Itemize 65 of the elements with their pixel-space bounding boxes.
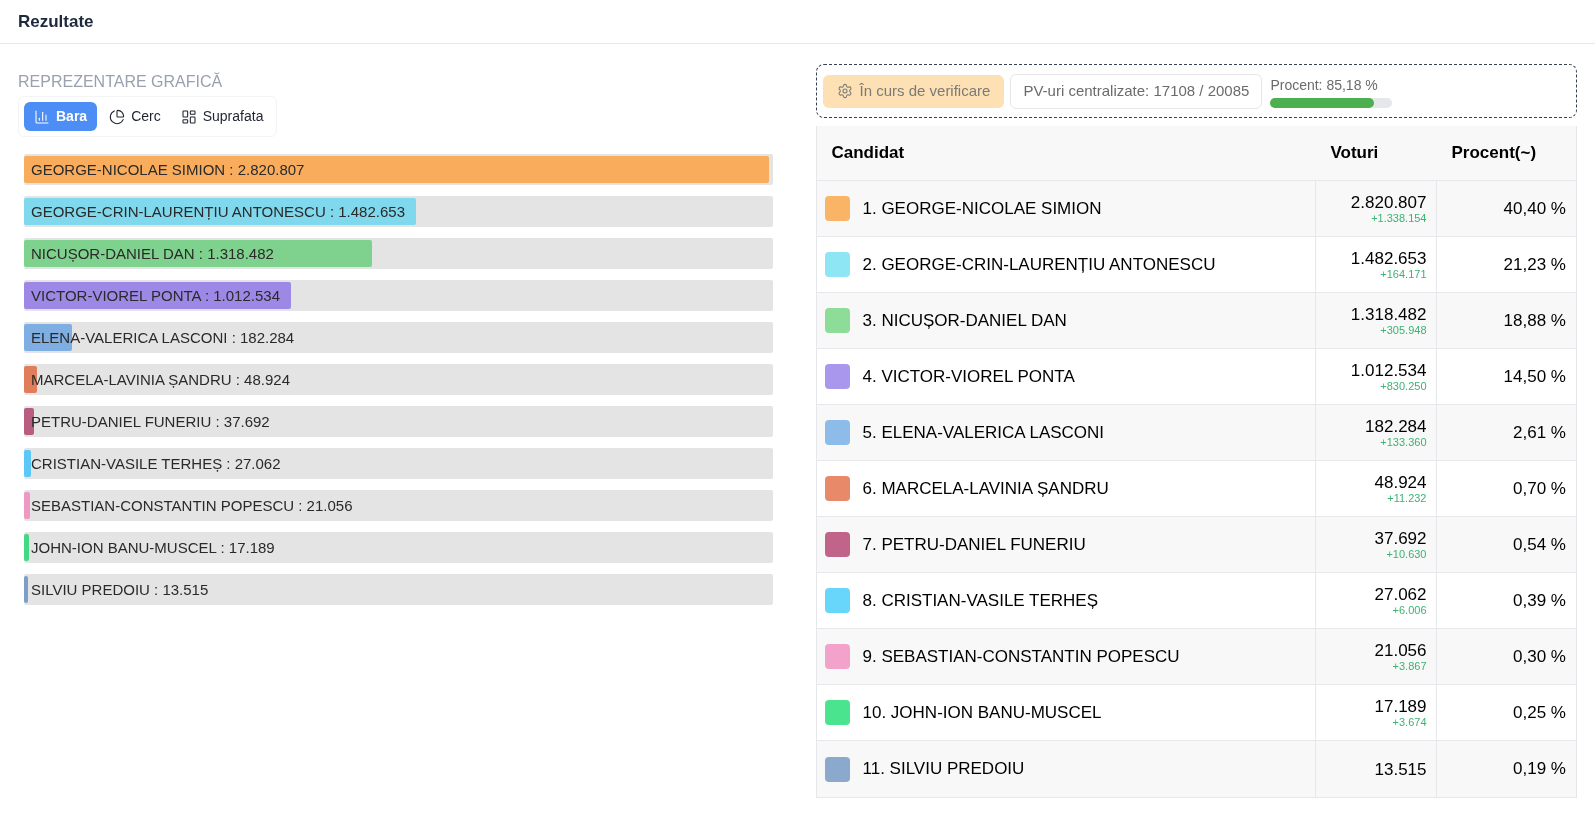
candidate-name: 7. PETRU-DANIEL FUNERIU — [862, 533, 1086, 556]
candidate-name: 9. SEBASTIAN-CONSTANTIN POPESCU — [862, 645, 1180, 668]
bar-chart-icon — [34, 108, 50, 125]
candidate-name: 8. CRISTIAN-VASILE TERHEȘ — [862, 589, 1099, 612]
vote-delta: +6.006 — [1392, 603, 1427, 617]
vote-count: 1.012.534 — [1350, 360, 1427, 380]
percent-value: 2,61 % — [1513, 421, 1566, 444]
vote-count: 182.284 — [1365, 416, 1427, 436]
verification-badge: În curs de verificare — [822, 74, 1005, 108]
percent-value: 0,25 % — [1513, 701, 1566, 724]
bar-label: SEBASTIAN-CONSTANTIN POPESCU : 21.056 — [31, 496, 353, 515]
percent-value: 0,39 % — [1513, 589, 1566, 612]
vote-delta: +3.867 — [1392, 659, 1427, 673]
vote-count: 1.318.482 — [1350, 304, 1427, 324]
vote-delta: +830.250 — [1380, 379, 1427, 393]
candidate-name: 11. SILVIU PREDOIU — [862, 758, 1025, 781]
vote-delta: +164.171 — [1380, 267, 1427, 281]
vote-delta: +10.630 — [1386, 547, 1427, 561]
percent-value: 21,23 % — [1503, 253, 1566, 276]
column-header: Candidat — [830, 142, 906, 165]
percent-value: 18,88 % — [1503, 309, 1566, 332]
percent-value: 40,40 % — [1503, 197, 1566, 220]
chart-type-tab[interactable]: Cerc — [101, 102, 169, 131]
vote-count: 27.062 — [1374, 584, 1427, 604]
bar-label: NICUȘOR-DANIEL DAN : 1.318.482 — [31, 244, 274, 263]
candidate-name: 6. MARCELA-LAVINIA ȘANDRU — [862, 477, 1109, 500]
chart-type-tab[interactable]: Suprafata — [172, 102, 272, 131]
bar-label: JOHN-ION BANU-MUSCEL : 17.189 — [31, 538, 275, 557]
vote-count: 2.820.807 — [1350, 192, 1427, 212]
vote-count: 1.482.653 — [1350, 248, 1427, 268]
candidate-name: 5. ELENA-VALERICA LASCONI — [862, 421, 1105, 444]
vote-count: 48.924 — [1374, 472, 1427, 492]
percent-value: 0,30 % — [1513, 645, 1566, 668]
percent-value: 0,54 % — [1513, 533, 1566, 556]
bar-label: VICTOR-VIOREL PONTA : 1.012.534 — [31, 286, 280, 305]
progress-label: Procent: 85,18 % — [1270, 75, 1379, 95]
bar-label: GEORGE-CRIN-LAURENȚIU ANTONESCU : 1.482.653 — [31, 202, 405, 221]
vote-delta: +11.232 — [1387, 491, 1427, 505]
counter-badge: PV-uri centralizate: 17108 / 20085 — [1010, 73, 1263, 109]
candidate-name: 3. NICUȘOR-DANIEL DAN — [862, 309, 1067, 332]
candidate-name: 1. GEORGE-NICOLAE SIMION — [862, 197, 1102, 220]
vote-count: 13.515 — [1374, 759, 1427, 779]
percent-value: 0,70 % — [1513, 477, 1566, 500]
bar-label: SILVIU PREDOIU : 13.515 — [31, 580, 209, 599]
bar-label: ELENA-VALERICA LASCONI : 182.284 — [31, 328, 295, 347]
vote-count: 37.692 — [1374, 528, 1427, 548]
vote-delta: +133.360 — [1380, 435, 1427, 449]
column-header: Voturi — [1329, 142, 1380, 165]
vote-count: 17.189 — [1374, 696, 1427, 716]
vote-delta: +1.338.154 — [1371, 211, 1427, 225]
page-title: Rezultate — [18, 10, 94, 33]
bar-label: CRISTIAN-VASILE TERHEȘ : 27.062 — [31, 454, 281, 473]
vote-count: 21.056 — [1374, 640, 1427, 660]
candidate-name: 10. JOHN-ION BANU-MUSCEL — [862, 701, 1102, 724]
bar-label: GEORGE-NICOLAE SIMION : 2.820.807 — [31, 160, 305, 179]
section-title: REPREZENTARE GRAFICĂ — [18, 71, 223, 92]
vote-delta: +305.948 — [1380, 323, 1427, 337]
percent-value: 14,50 % — [1503, 365, 1566, 388]
percent-value: 0,19 % — [1513, 758, 1566, 781]
column-header: Procent(~) — [1450, 142, 1537, 165]
vote-delta: +3.674 — [1392, 715, 1427, 729]
candidate-name: 4. VICTOR-VIOREL PONTA — [862, 365, 1075, 388]
pie-chart-icon — [109, 108, 126, 125]
candidate-name: 2. GEORGE-CRIN-LAURENȚIU ANTONESCU — [862, 253, 1216, 276]
gear-icon — [836, 83, 853, 99]
